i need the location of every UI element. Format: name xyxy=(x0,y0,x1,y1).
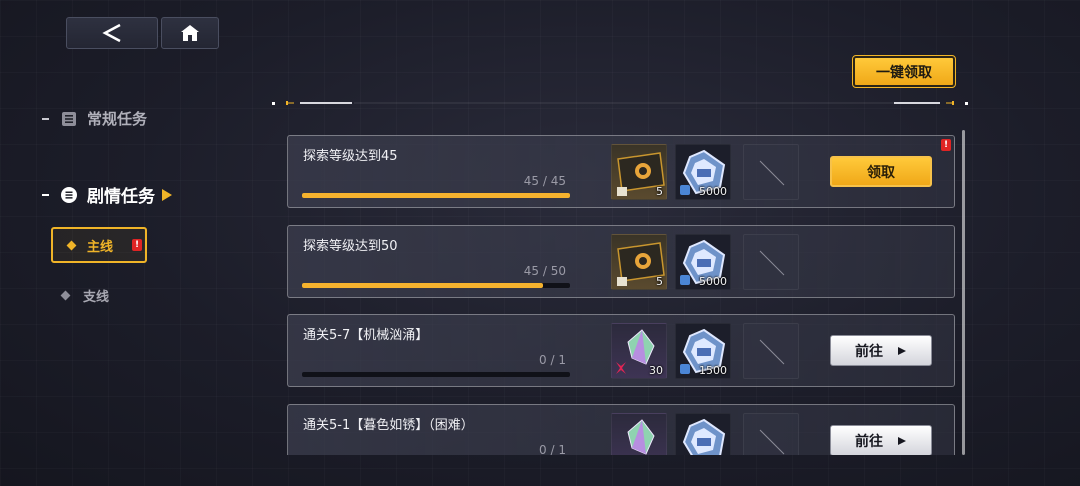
go-button-label: 前往 xyxy=(855,343,883,360)
reward-slot-empty xyxy=(743,144,799,200)
go-button[interactable]: 前往 xyxy=(830,425,932,455)
empty-slot-icon xyxy=(759,250,785,276)
play-triangle-icon xyxy=(898,436,906,445)
task-list: 探索等级达到45 45 / 45 5 5000 领取 ! 探索等级达到50 45… xyxy=(0,0,1080,455)
reward-slot-empty xyxy=(743,413,799,455)
task-title: 探索等级达到50 xyxy=(303,239,398,254)
task-title: 通关5-7【机械汹涌】 xyxy=(303,328,429,343)
reward-slot[interactable]: 5 xyxy=(611,144,667,200)
progress-fill xyxy=(302,283,544,288)
empty-slot-icon xyxy=(759,160,785,186)
play-triangle-icon xyxy=(898,346,906,355)
reward-count: 5000 xyxy=(699,185,727,198)
task-title: 通关5-1【暮色如锈】（困难） xyxy=(303,418,474,433)
reward-slot-empty xyxy=(743,234,799,290)
reward-count: 5000 xyxy=(699,275,727,288)
task-progress-text: 45 / 45 xyxy=(523,174,566,188)
reward-count: 5 xyxy=(656,185,663,198)
task-card: 探索等级达到50 45 / 50 5 5000 xyxy=(287,225,955,298)
task-card: 通关5-1【暮色如锈】（困难） 0 / 1 前往 xyxy=(287,404,955,455)
alert-badge: ! xyxy=(941,139,951,151)
progress-bar xyxy=(302,372,570,377)
reward-count: 5 xyxy=(656,275,663,288)
progress-bar xyxy=(302,283,570,288)
empty-slot-icon xyxy=(759,429,785,455)
progress-bar xyxy=(302,193,570,198)
scrollbar[interactable] xyxy=(962,130,965,455)
task-progress-text: 0 / 1 xyxy=(539,353,566,367)
reward-slot[interactable] xyxy=(675,413,731,455)
reward-count: 30 xyxy=(649,364,663,377)
reward-slot[interactable]: 1500 xyxy=(675,323,731,379)
reward-slot[interactable] xyxy=(611,413,667,455)
task-card: 探索等级达到45 45 / 45 5 5000 领取 ! xyxy=(287,135,955,208)
task-progress-text: 45 / 50 xyxy=(523,264,566,278)
reward-slot[interactable]: 5 xyxy=(611,234,667,290)
reward-slot[interactable]: 30 xyxy=(611,323,667,379)
task-title: 探索等级达到45 xyxy=(303,149,398,164)
empty-slot-icon xyxy=(759,339,785,365)
task-progress-text: 0 / 1 xyxy=(539,443,566,455)
claim-button[interactable]: 领取 xyxy=(830,156,932,187)
blue-crystal-icon xyxy=(682,418,726,455)
go-button[interactable]: 前往 xyxy=(830,335,932,366)
task-card: 通关5-7【机械汹涌】 0 / 1 30 1500 前往 xyxy=(287,314,955,387)
go-button-label: 前往 xyxy=(855,433,883,450)
progress-fill xyxy=(302,193,570,198)
prism-shard-icon xyxy=(627,419,655,455)
reward-slot[interactable]: 5000 xyxy=(675,234,731,290)
reward-count: 1500 xyxy=(699,364,727,377)
reward-slot[interactable]: 5000 xyxy=(675,144,731,200)
reward-slot-empty xyxy=(743,323,799,379)
